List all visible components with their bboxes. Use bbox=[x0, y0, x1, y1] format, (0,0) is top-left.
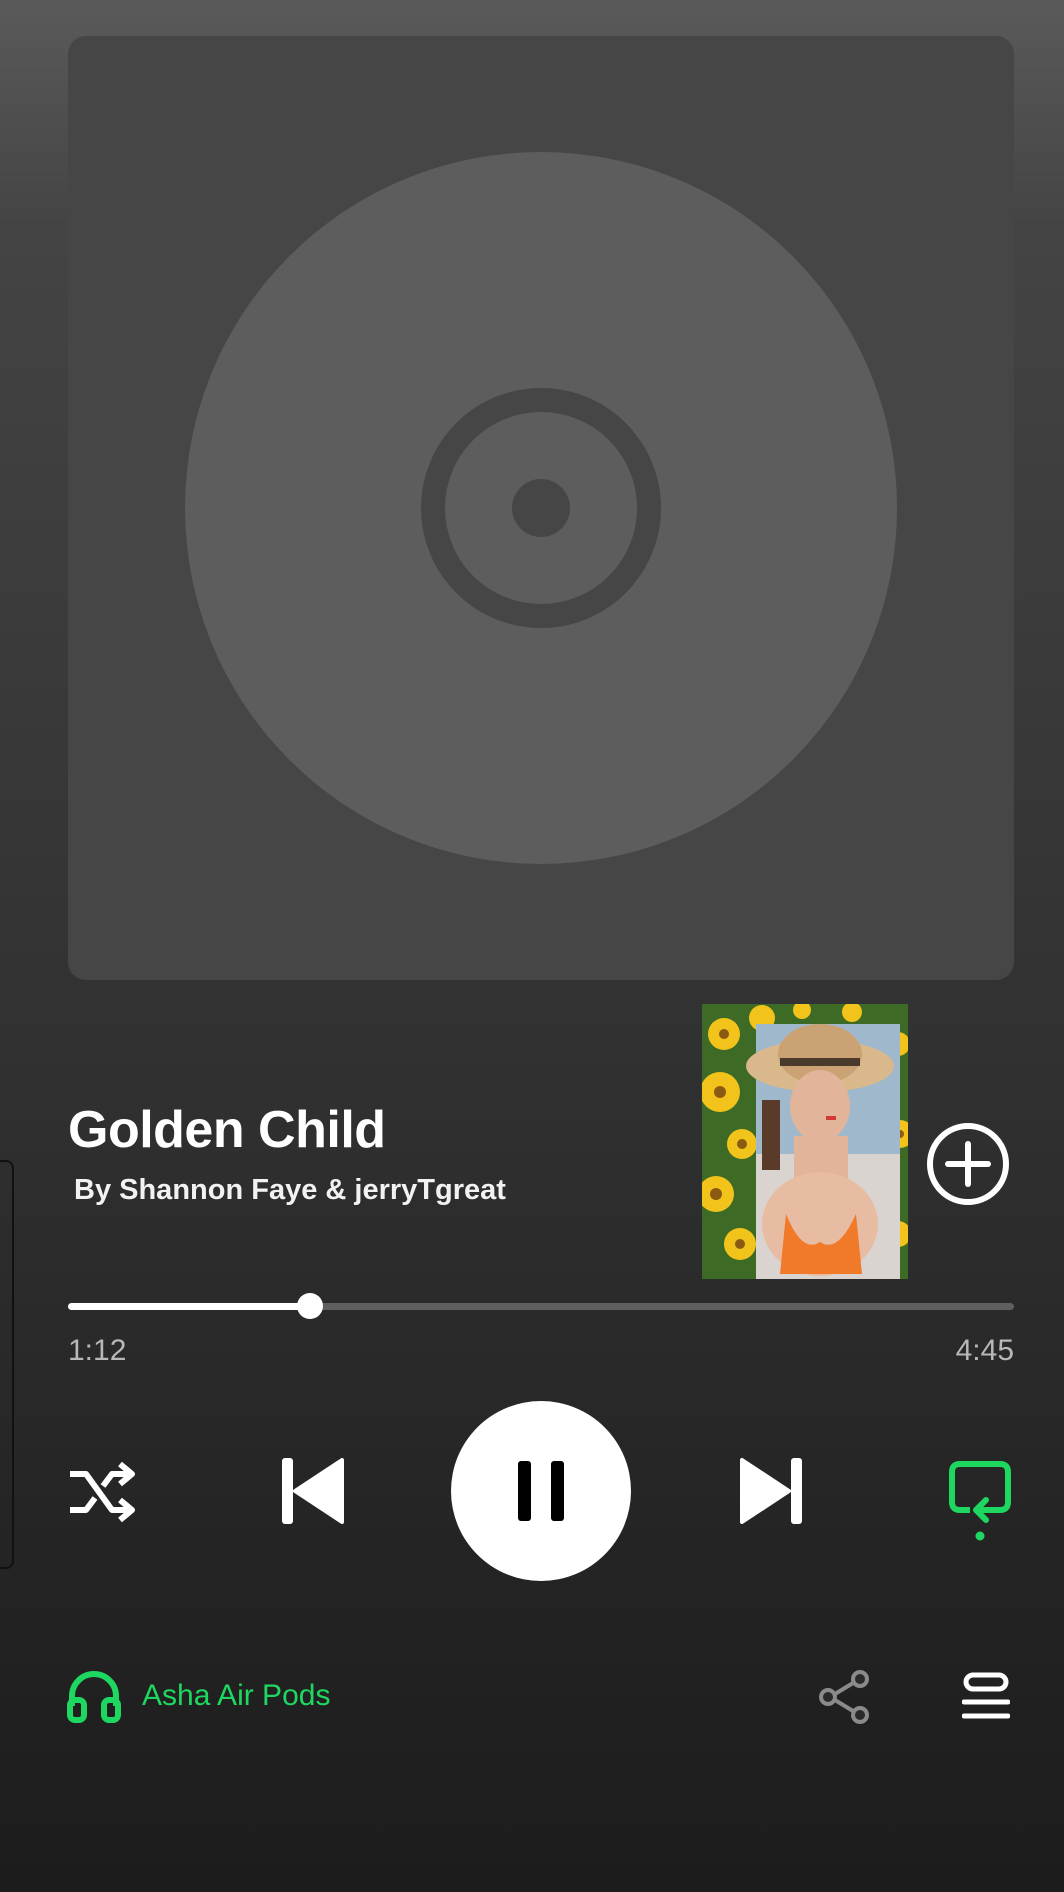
total-duration: 4:45 bbox=[955, 1334, 1014, 1367]
queue-button[interactable] bbox=[961, 1672, 1011, 1722]
pause-icon bbox=[518, 1461, 564, 1521]
skip-previous-icon bbox=[282, 1458, 344, 1524]
queue-icon bbox=[961, 1672, 1011, 1719]
add-to-library-button[interactable] bbox=[924, 1120, 1012, 1208]
device-name: Asha Air Pods bbox=[142, 1679, 331, 1712]
edge-handle[interactable] bbox=[0, 1160, 14, 1569]
share-icon bbox=[819, 1670, 869, 1724]
canvas-thumbnail[interactable] bbox=[702, 1004, 908, 1279]
progress-bar[interactable] bbox=[68, 1293, 1014, 1319]
track-artist[interactable]: By Shannon Faye & jerryTgreat bbox=[74, 1174, 506, 1207]
shuffle-button[interactable] bbox=[66, 1458, 138, 1526]
add-circle-icon bbox=[927, 1123, 1009, 1205]
shuffle-icon bbox=[70, 1461, 135, 1523]
track-title: Golden Child bbox=[68, 1101, 386, 1159]
album-artwork-placeholder bbox=[68, 36, 1014, 980]
share-button[interactable] bbox=[818, 1670, 870, 1724]
skip-next-icon bbox=[740, 1458, 802, 1524]
connected-device[interactable]: Asha Air Pods bbox=[66, 1668, 330, 1724]
headphones-icon bbox=[67, 1671, 121, 1723]
canvas-photo bbox=[702, 1004, 908, 1279]
previous-track-button[interactable] bbox=[278, 1456, 346, 1526]
next-track-button[interactable] bbox=[738, 1456, 806, 1526]
elapsed-time: 1:12 bbox=[68, 1334, 127, 1367]
disc-icon bbox=[185, 152, 897, 864]
repeat-button[interactable] bbox=[948, 1460, 1012, 1542]
progress-handle[interactable] bbox=[297, 1293, 324, 1319]
pause-button[interactable] bbox=[451, 1401, 631, 1581]
progress-fill bbox=[68, 1303, 311, 1310]
repeat-icon bbox=[949, 1461, 1011, 1541]
